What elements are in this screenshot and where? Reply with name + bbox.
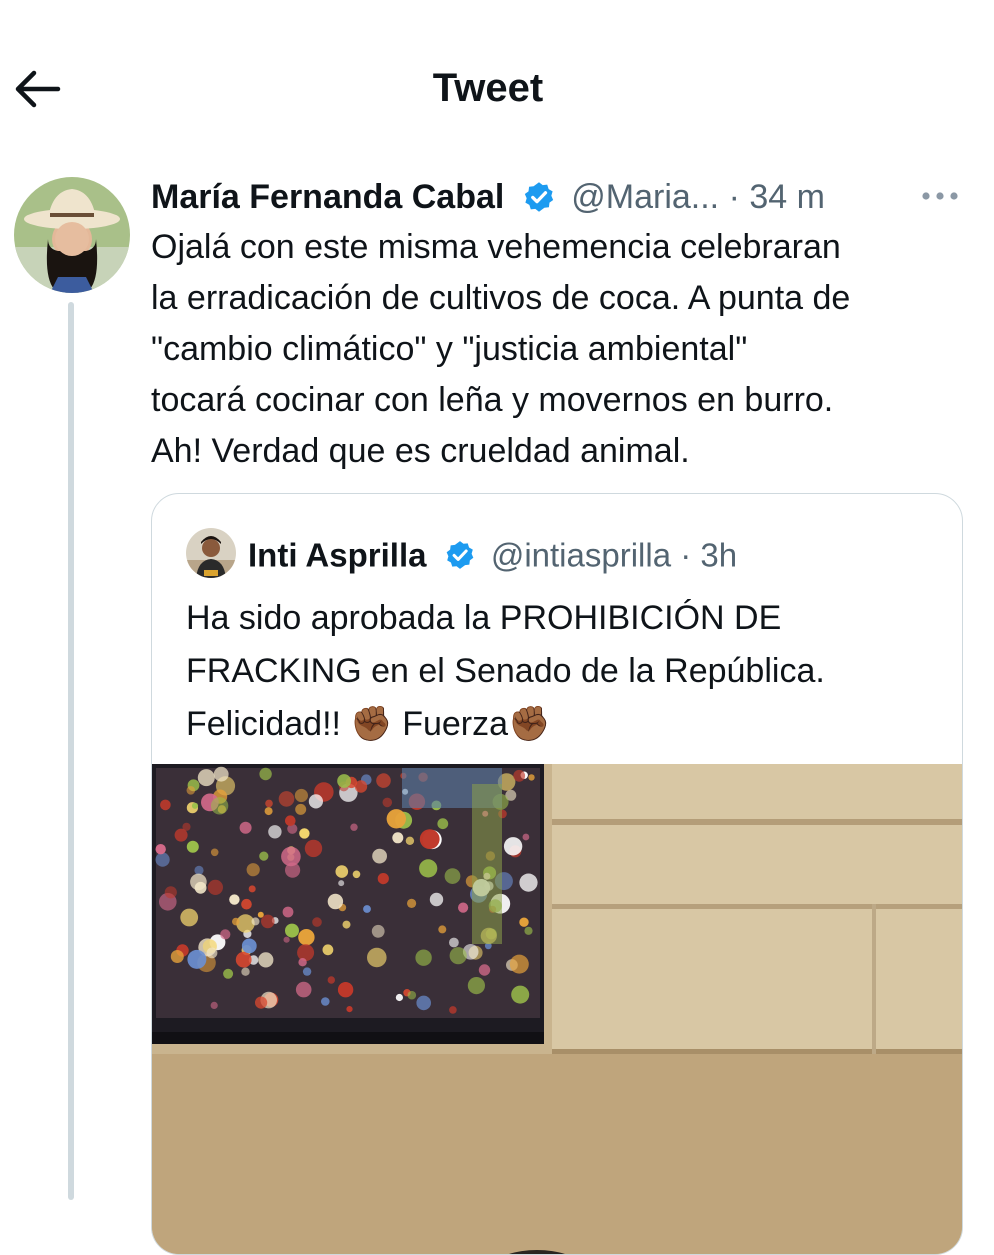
tweet-time[interactable]: 34 m xyxy=(749,178,825,216)
more-horizontal-icon xyxy=(922,192,958,200)
thread-line xyxy=(68,302,74,1200)
quoted-avatar-image xyxy=(186,528,236,578)
author-avatar[interactable] xyxy=(14,177,130,293)
tweet-header: María Fernanda Cabal @Maria... · 34 m xyxy=(151,172,825,218)
raised-fist-emoji-icon: ✊🏾 xyxy=(508,705,551,743)
verified-badge-icon xyxy=(446,541,473,570)
quoted-tweet-text: Ha sido aprobada la PROHIBICIÓN DE FRACK… xyxy=(186,592,946,751)
more-options-button[interactable] xyxy=(918,176,962,216)
page-title: Tweet xyxy=(432,66,544,110)
quoted-tweet-header: Inti Asprilla @intiasprilla · 3h xyxy=(248,530,737,578)
quoted-tweet-time[interactable]: 3h xyxy=(700,536,737,573)
raised-fist-emoji-icon: ✊🏾 xyxy=(350,705,393,743)
separator-dot: · xyxy=(680,536,692,574)
author-handle[interactable]: @Maria... xyxy=(571,178,719,216)
quoted-text-part2: Fuerza xyxy=(392,705,509,743)
media-photo xyxy=(152,764,962,1254)
verified-badge-icon xyxy=(524,182,553,212)
separator-dot: · xyxy=(728,178,740,217)
quoted-tweet-media[interactable] xyxy=(152,764,962,1254)
top-bar: Tweet xyxy=(0,0,994,180)
quoted-author-handle[interactable]: @intiasprilla xyxy=(491,536,671,573)
quoted-author-avatar[interactable] xyxy=(186,528,236,578)
author-name[interactable]: María Fernanda Cabal xyxy=(151,178,504,216)
quoted-author-name[interactable]: Inti Asprilla xyxy=(248,536,426,573)
quoted-tweet-card[interactable]: Inti Asprilla @intiasprilla · 3h Ha sido… xyxy=(151,493,963,1255)
tweet-text: Ojalá con este misma vehemencia celebrar… xyxy=(151,228,851,470)
author-avatar-image xyxy=(14,177,130,293)
